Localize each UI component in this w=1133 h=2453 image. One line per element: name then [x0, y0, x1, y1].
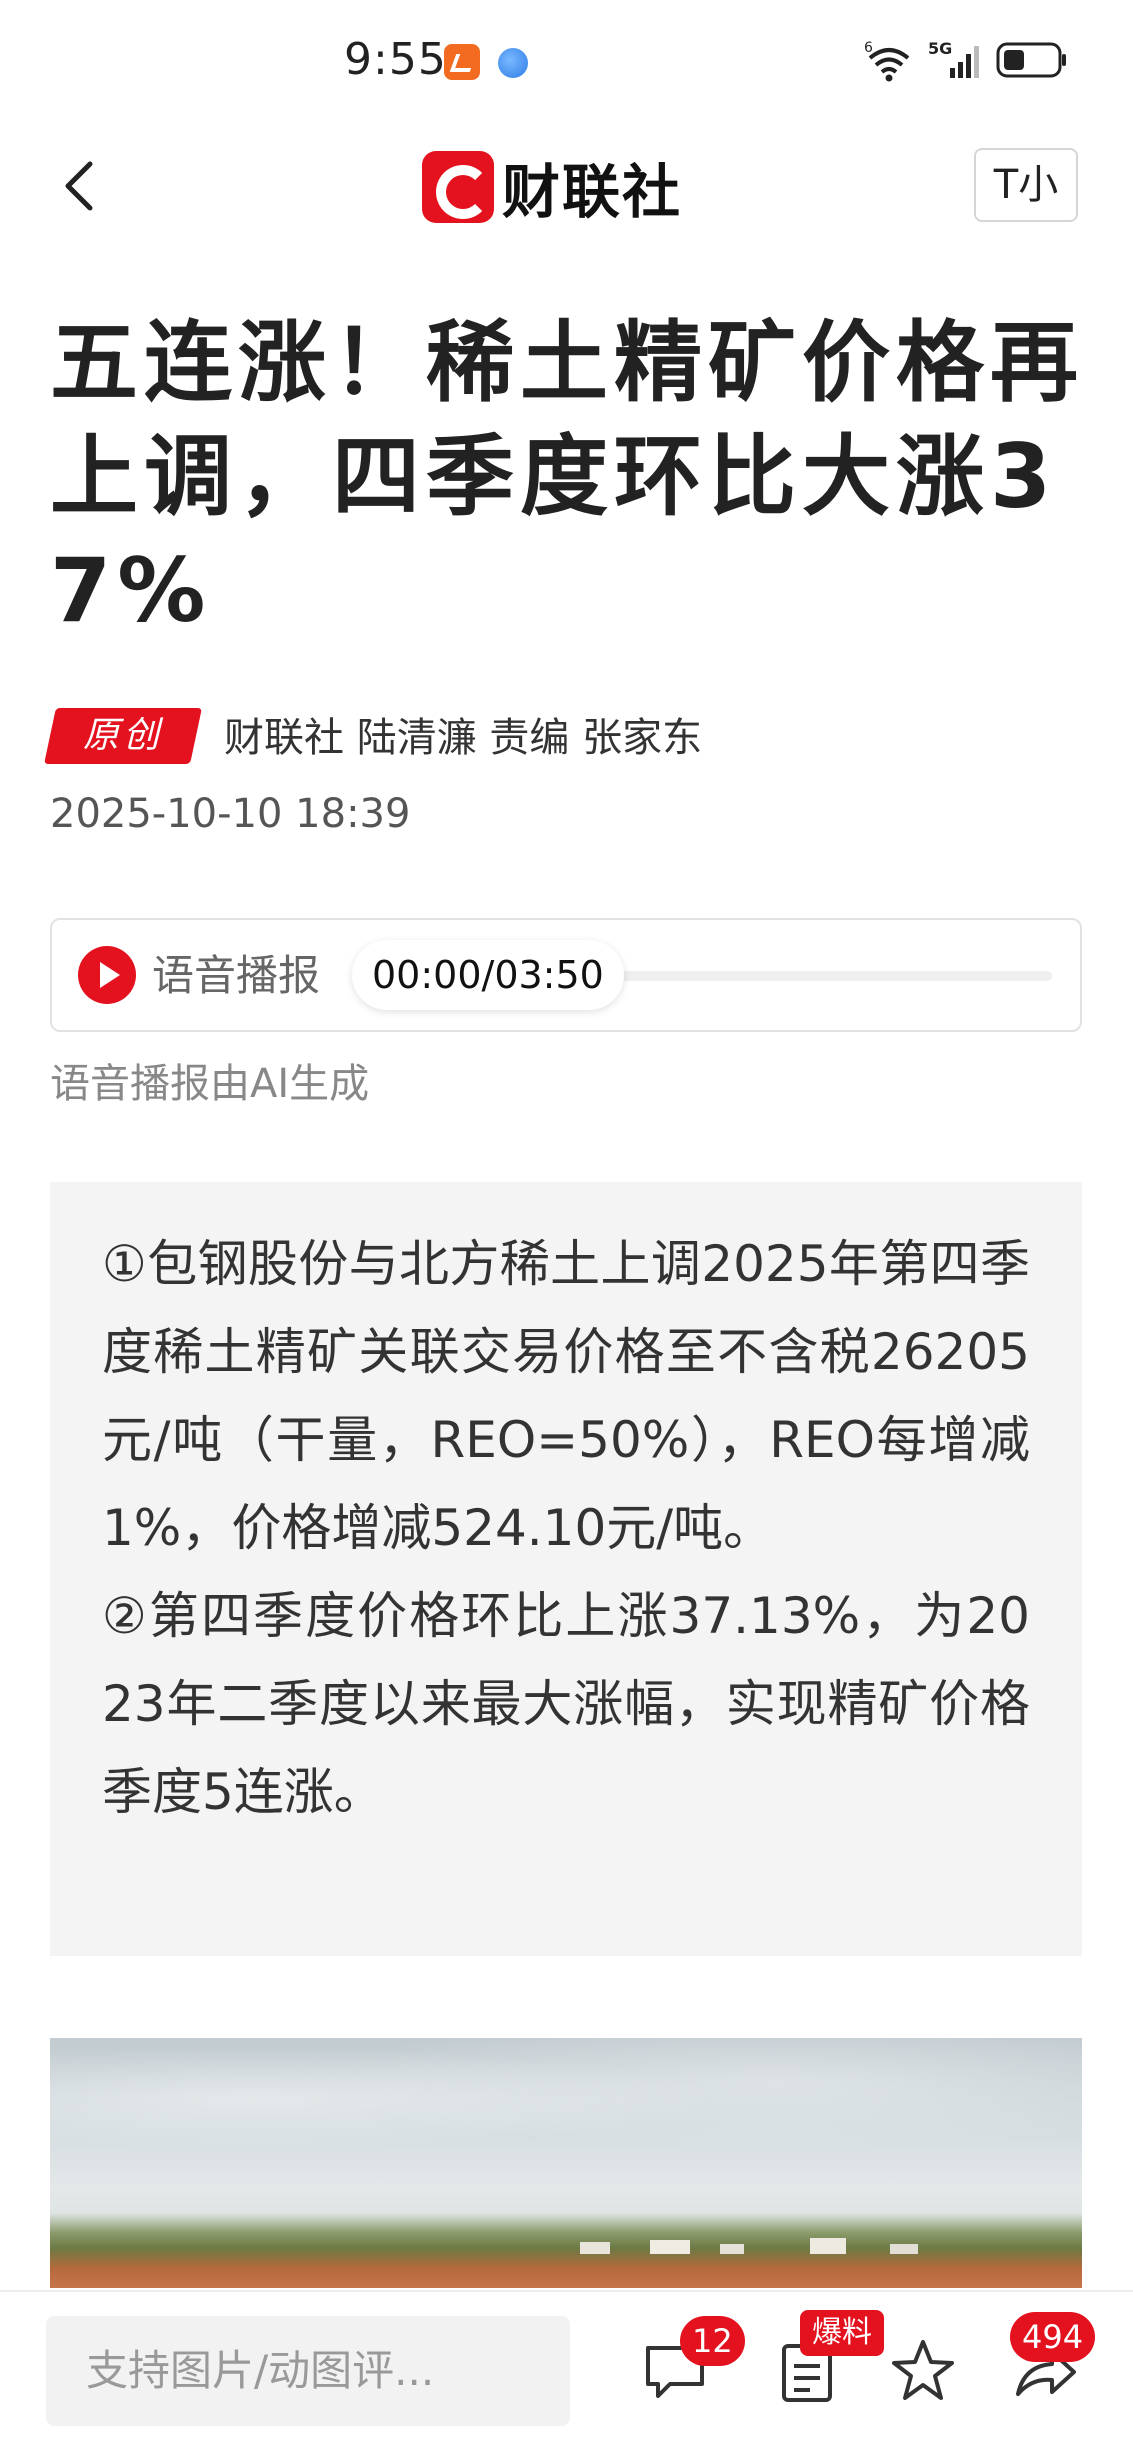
article-authors: 财联社 陆清濂 责编 张家东: [224, 715, 703, 761]
article-header: 财联社 T小: [0, 130, 1133, 240]
wifi-icon: 6: [864, 40, 910, 82]
summary-box: ①包钢股份与北方稀土上调2025年第四季度稀土精矿关联交易价格至不含税26205…: [50, 1182, 1082, 1956]
summary-point: ①包钢股份与北方稀土上调2025年第四季度稀土精矿关联交易价格至不含税26205…: [102, 1235, 1030, 1557]
article-image[interactable]: [50, 2038, 1082, 2288]
cellular-signal-icon: 5G: [928, 39, 979, 78]
original-badge: 原创: [44, 708, 202, 764]
report-badge: 爆料: [800, 2310, 884, 2356]
bottom-action-bar: 支持图片/动图评... 12 爆料 494: [0, 2290, 1133, 2453]
brand-name: 财联社: [502, 158, 683, 226]
star-icon: [892, 2340, 954, 2400]
back-button[interactable]: [56, 158, 106, 214]
share-count-badge: 494: [1010, 2312, 1096, 2362]
font-size-button[interactable]: T小: [974, 148, 1078, 222]
ai-generated-note: 语音播报由AI生成: [50, 1061, 370, 1107]
audio-label: 语音播报: [152, 951, 321, 1000]
publish-date: 2025-10-10 18:39: [50, 791, 411, 837]
browser-notification-icon: [498, 48, 528, 78]
wifi-standard-label: 6: [864, 40, 873, 56]
comment-input[interactable]: 支持图片/动图评...: [46, 2316, 570, 2426]
image-buildings: [580, 2238, 918, 2254]
brand-logo-icon: [422, 151, 494, 223]
chevron-left-icon: [65, 161, 93, 211]
comment-count-badge: 12: [680, 2316, 745, 2366]
play-button[interactable]: [78, 946, 136, 1004]
clock: 9:55: [344, 34, 447, 85]
app-notification-icon: [444, 44, 480, 80]
original-badge-label: 原创: [82, 715, 163, 756]
article-title: 五连涨！稀土精矿价格再上调，四季度环比大涨37%: [50, 311, 1085, 642]
network-type-label: 5G: [928, 39, 952, 58]
brand-logo: 财联社: [422, 151, 682, 226]
battery-icon: [996, 42, 1066, 78]
audio-player: 语音播报 00:00/03:50: [50, 918, 1082, 1032]
summary-point: ②第四季度价格环比上涨37.13%，为2023年二季度以来最大涨幅，实现精矿价格…: [102, 1587, 1030, 1821]
status-bar: 9:55 6 5G: [0, 0, 1133, 120]
favorite-button[interactable]: [888, 2336, 958, 2406]
audio-time-thumb[interactable]: 00:00/03:50: [352, 940, 624, 1010]
